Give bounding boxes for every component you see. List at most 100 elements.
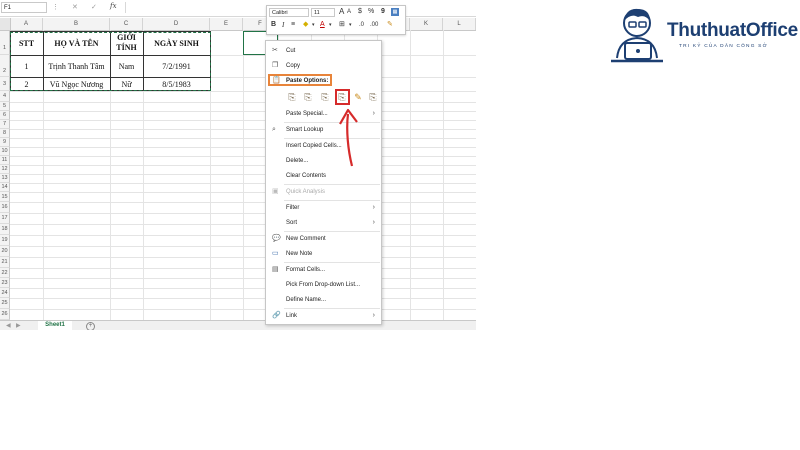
table-cell[interactable]: Vũ Ngọc Nương xyxy=(43,77,110,91)
font-color-icon[interactable]: A xyxy=(320,20,325,30)
name-box[interactable]: F1 xyxy=(1,2,47,13)
italic-button[interactable]: I xyxy=(282,20,284,30)
menu-item-label: Sort xyxy=(286,220,298,226)
menu-item-label: Quick Analysis xyxy=(286,189,326,195)
dropdown-icon[interactable]: ⋮ xyxy=(52,3,59,11)
format-painter-icon[interactable]: ✎ xyxy=(387,20,393,30)
row-header[interactable]: 3 xyxy=(0,77,10,91)
cancel-icon[interactable]: ✕ xyxy=(72,3,78,11)
fill-color-icon[interactable]: ◆ xyxy=(303,20,308,30)
mascot-icon xyxy=(611,8,663,63)
column-header[interactable]: E xyxy=(210,18,243,30)
row-header[interactable]: 21 xyxy=(0,257,10,268)
menu-item-new-comment[interactable]: 💬 New Comment xyxy=(266,232,381,246)
scroll-left-icon[interactable]: ◀ xyxy=(6,322,11,329)
increase-decimal-icon[interactable]: .00 xyxy=(370,20,378,30)
table-header-cell[interactable]: HỌ VÀ TÊN xyxy=(43,31,110,55)
search-icon: ⌕ xyxy=(272,126,276,133)
font-size-field[interactable]: 11 xyxy=(311,8,335,17)
row-header[interactable]: 16 xyxy=(0,202,10,213)
table-cell[interactable]: 1 xyxy=(10,55,43,77)
menu-item-clear-contents[interactable]: Clear Contents xyxy=(266,169,381,183)
row-header[interactable]: 18 xyxy=(0,224,10,235)
row-header[interactable]: 24 xyxy=(0,288,10,298)
menu-item-label: Filter xyxy=(286,205,300,211)
font-name-field[interactable]: Calibri xyxy=(269,8,309,17)
chevron-right-icon: › xyxy=(372,219,375,226)
row-header[interactable]: 2 xyxy=(0,55,10,77)
row-header[interactable]: 5 xyxy=(0,102,10,111)
decrease-font-button[interactable]: A xyxy=(347,7,351,17)
chevron-right-icon: › xyxy=(372,204,375,211)
column-header[interactable]: K xyxy=(410,18,443,30)
table-cell[interactable]: 8/5/1983 xyxy=(143,77,210,91)
menu-item-sort[interactable]: Sort › xyxy=(266,216,381,230)
percent-button[interactable]: % xyxy=(368,7,374,17)
menu-item-label: Paste Special... xyxy=(286,111,328,117)
row-header[interactable]: 4 xyxy=(0,91,10,102)
chevron-down-icon[interactable]: ▾ xyxy=(349,20,352,30)
column-header[interactable]: C xyxy=(110,18,143,30)
menu-item-filter[interactable]: Filter › xyxy=(266,201,381,215)
table-cell[interactable]: Trịnh Thanh Tâm xyxy=(43,55,110,77)
row-header[interactable]: 23 xyxy=(0,278,10,288)
row-header[interactable]: 22 xyxy=(0,268,10,278)
add-sheet-icon[interactable]: + xyxy=(86,322,95,330)
brand-logo: ThuthuatOffice TRI KỶ CỦA DÂN CÔNG SỞ xyxy=(605,3,798,73)
table-cell[interactable]: Nữ xyxy=(110,77,143,91)
formula-input[interactable] xyxy=(125,2,266,13)
enter-icon[interactable]: ✓ xyxy=(91,3,97,11)
chevron-down-icon[interactable]: ▾ xyxy=(329,20,332,30)
column-header[interactable]: D xyxy=(143,18,210,30)
menu-item-format-cells[interactable]: ▤ Format Cells... xyxy=(266,263,381,277)
row-header[interactable]: 19 xyxy=(0,235,10,246)
menu-item-pick-from-list[interactable]: Pick From Drop-down List... xyxy=(266,278,381,292)
scroll-right-icon[interactable]: ▶ xyxy=(16,322,21,329)
decrease-decimal-icon[interactable]: .0 xyxy=(359,20,364,30)
row-header[interactable]: 8 xyxy=(0,129,10,138)
row-header[interactable]: 13 xyxy=(0,174,10,183)
row-header[interactable]: 20 xyxy=(0,246,10,257)
menu-item-cut[interactable]: ✂ Cut xyxy=(266,44,381,58)
logo-wordmark: ThuthuatOffice xyxy=(667,20,798,41)
row-header[interactable]: 26 xyxy=(0,309,10,320)
insert-function-button[interactable]: fx xyxy=(110,2,117,10)
bold-button[interactable]: B xyxy=(271,20,276,30)
sheet-tab[interactable]: Sheet1 xyxy=(38,321,72,330)
borders-icon[interactable]: ⊞ xyxy=(339,20,345,30)
menu-item-copy[interactable]: ❐ Copy xyxy=(266,59,381,73)
chevron-down-icon[interactable]: ▾ xyxy=(312,20,315,30)
row-header[interactable]: 25 xyxy=(0,298,10,309)
table-cell[interactable]: Nam xyxy=(110,55,143,77)
table-cell[interactable]: 7/2/1991 xyxy=(143,55,210,77)
row-header[interactable]: 10 xyxy=(0,147,10,156)
paste-icon[interactable]: ⎘ xyxy=(286,91,298,103)
format-painter-icon[interactable]: ▦ xyxy=(391,8,399,16)
row-header[interactable]: 9 xyxy=(0,138,10,147)
row-header[interactable]: 14 xyxy=(0,183,10,192)
column-header[interactable]: B xyxy=(43,18,110,30)
row-header[interactable]: 12 xyxy=(0,165,10,174)
row-header[interactable]: 17 xyxy=(0,213,10,224)
table-header-cell[interactable]: STT xyxy=(10,31,43,55)
table-cell[interactable]: 2 xyxy=(10,77,43,91)
menu-item-label: New Note xyxy=(286,251,313,257)
row-header[interactable]: 7 xyxy=(0,120,10,129)
menu-item-define-name[interactable]: Define Name... xyxy=(266,293,381,307)
column-header[interactable]: A xyxy=(10,18,43,30)
currency-button[interactable]: $ xyxy=(358,7,362,17)
row-header[interactable]: 15 xyxy=(0,192,10,202)
menu-item-link[interactable]: 🔗 Link › xyxy=(266,309,381,323)
row-header[interactable]: 11 xyxy=(0,156,10,165)
row-header[interactable]: 6 xyxy=(0,111,10,120)
table-header-cell[interactable]: NGÀY SINH xyxy=(143,31,210,55)
align-icon[interactable]: ≡ xyxy=(291,20,295,30)
paste-values-icon[interactable]: ⎘ xyxy=(302,91,314,103)
table-header-cell[interactable]: GIỚI TÍNH xyxy=(110,31,143,55)
column-header[interactable]: L xyxy=(443,18,476,30)
sheet-tab-bar: ◀ ▶ Sheet1 + xyxy=(0,320,476,330)
increase-font-button[interactable]: A xyxy=(339,7,344,17)
row-header[interactable]: 1 xyxy=(0,31,10,55)
comma-style-button[interactable]: 9 xyxy=(381,7,385,17)
menu-item-new-note[interactable]: ▭ New Note xyxy=(266,247,381,261)
